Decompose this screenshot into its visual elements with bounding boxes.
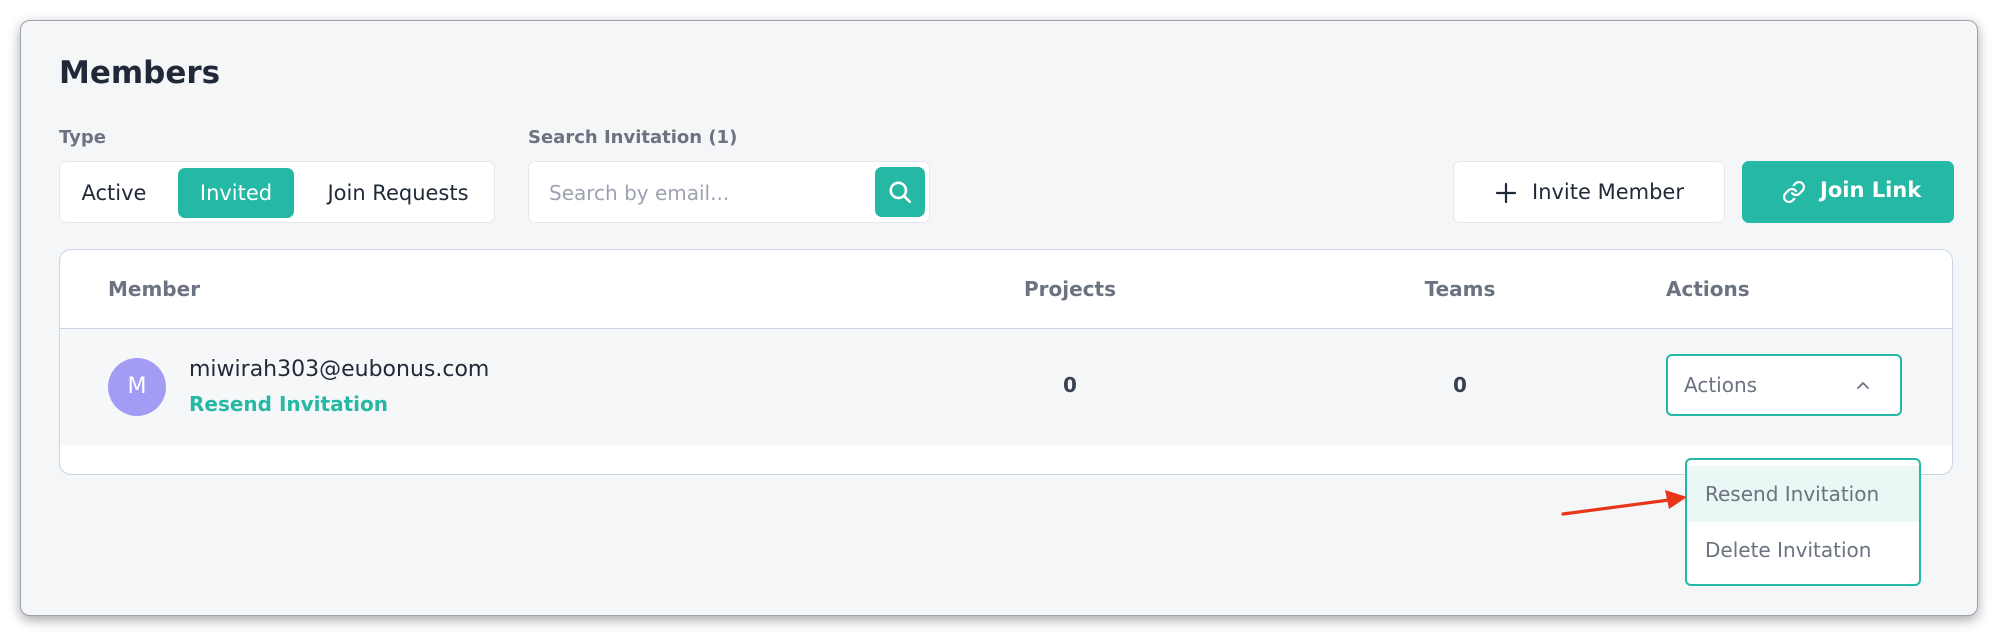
search-label: Search Invitation (1) [528,127,738,148]
chevron-up-icon [1857,382,1869,389]
projects-count: 0 [1063,373,1077,397]
join-link-button[interactable]: Join Link [1742,161,1954,223]
search-box [528,161,930,223]
members-table: Member Projects Teams Actions M miwirah3… [59,249,1953,475]
join-link-label: Join Link [1820,178,1922,202]
menu-item-resend-invitation[interactable]: Resend Invitation [1687,466,1919,522]
page-title: Members [59,55,221,91]
actions-menu: Resend Invitation Delete Invitation [1685,458,1921,586]
type-option-join-requests[interactable]: Join Requests [308,168,488,218]
actions-dropdown[interactable]: Actions [1666,354,1902,416]
teams-count: 0 [1453,373,1467,397]
search-icon [889,181,912,204]
actions-dropdown-label: Actions [1684,373,1758,397]
table-row: M miwirah303@eubonus.com Resend Invitati… [60,329,1952,446]
type-option-invited[interactable]: Invited [178,168,294,218]
resend-invitation-link[interactable]: Resend Invitation [189,392,388,416]
header-projects: Projects [1023,277,1116,301]
invite-member-button[interactable]: Invite Member [1453,161,1725,223]
type-option-active[interactable]: Active [70,168,158,218]
invite-member-label: Invite Member [1532,180,1684,204]
header-actions: Actions [1666,277,1750,301]
menu-item-delete-invitation[interactable]: Delete Invitation [1687,522,1919,578]
member-email: miwirah303@eubonus.com [189,357,490,382]
type-segmented-control: Active Invited Join Requests [59,161,495,223]
search-button[interactable] [875,167,925,217]
plus-icon [1495,182,1517,204]
type-label: Type [59,127,106,148]
link-icon [1782,180,1806,204]
avatar: M [108,358,166,416]
header-teams: Teams [1424,277,1496,301]
search-input[interactable] [547,176,871,210]
annotation-arrow-icon [1561,490,1687,516]
table-header: Member Projects Teams Actions [60,250,1952,329]
members-window: Members Type Search Invitation (1) Activ… [20,20,1978,616]
header-member: Member [108,277,201,301]
